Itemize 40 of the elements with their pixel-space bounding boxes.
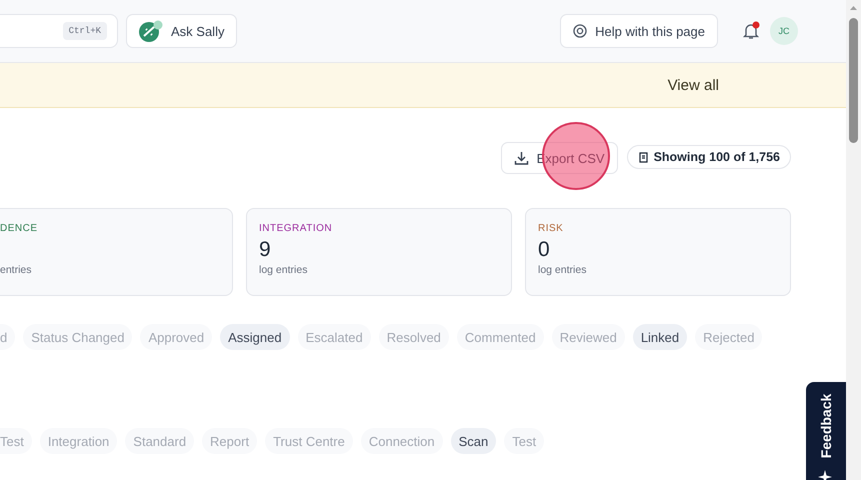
filter-chip[interactable]: Reviewed xyxy=(552,324,625,350)
card-title: DENCE xyxy=(0,223,39,234)
entry-count-badge: Showing 100 of 1,756 xyxy=(626,145,791,169)
filter-chip[interactable]: Approved xyxy=(140,324,212,350)
filter-chip[interactable]: Resolved xyxy=(378,324,449,350)
scroll-icon xyxy=(638,152,649,162)
sparkle-icon xyxy=(818,470,832,480)
filter-chip[interactable]: Test xyxy=(0,428,32,454)
help-button[interactable]: Help with this page xyxy=(560,14,718,48)
filter-chip[interactable]: Escalated xyxy=(298,324,371,350)
filter-chip[interactable]: Rejected xyxy=(695,324,762,350)
card-value: 9 xyxy=(259,238,271,261)
filter-chip[interactable]: Assigned xyxy=(220,324,290,350)
filter-chip[interactable]: Test xyxy=(504,428,544,454)
filter-chip[interactable]: Trust Centre xyxy=(265,428,353,454)
card-title: INTEGRATION xyxy=(259,223,334,234)
search-field[interactable]: Ctrl+K xyxy=(0,14,118,48)
card-caption: log entries xyxy=(538,264,588,276)
filter-chip[interactable]: Report xyxy=(202,428,258,454)
filter-chip[interactable]: d xyxy=(0,324,16,350)
filter-chip[interactable]: Integration xyxy=(40,428,118,454)
view-all-link[interactable]: View all xyxy=(668,76,719,94)
feedback-tab[interactable]: Feedback xyxy=(806,382,846,480)
filter-chip[interactable]: Commented xyxy=(456,324,544,350)
filter-chip[interactable]: Status Changed xyxy=(23,324,132,350)
filter-chip[interactable]: Linked xyxy=(632,324,688,350)
card-value: 0 xyxy=(538,238,550,261)
filter-chip[interactable]: Standard xyxy=(125,428,194,454)
filter-chip[interactable]: Scan xyxy=(450,428,496,454)
card-caption: entries xyxy=(0,264,33,276)
user-avatar[interactable]: JC xyxy=(770,17,798,45)
assistant-icon xyxy=(139,20,163,42)
ask-assistant-button[interactable]: Ask Sally xyxy=(126,14,238,48)
lifebuoy-icon xyxy=(573,24,588,38)
shortcut-hint: Ctrl+K xyxy=(62,22,107,40)
filter-chip[interactable]: Connection xyxy=(360,428,443,454)
download-icon xyxy=(514,150,529,166)
card-title: RISK xyxy=(538,223,564,234)
card-caption: log entries xyxy=(259,264,308,276)
bell-icon[interactable] xyxy=(742,21,760,41)
